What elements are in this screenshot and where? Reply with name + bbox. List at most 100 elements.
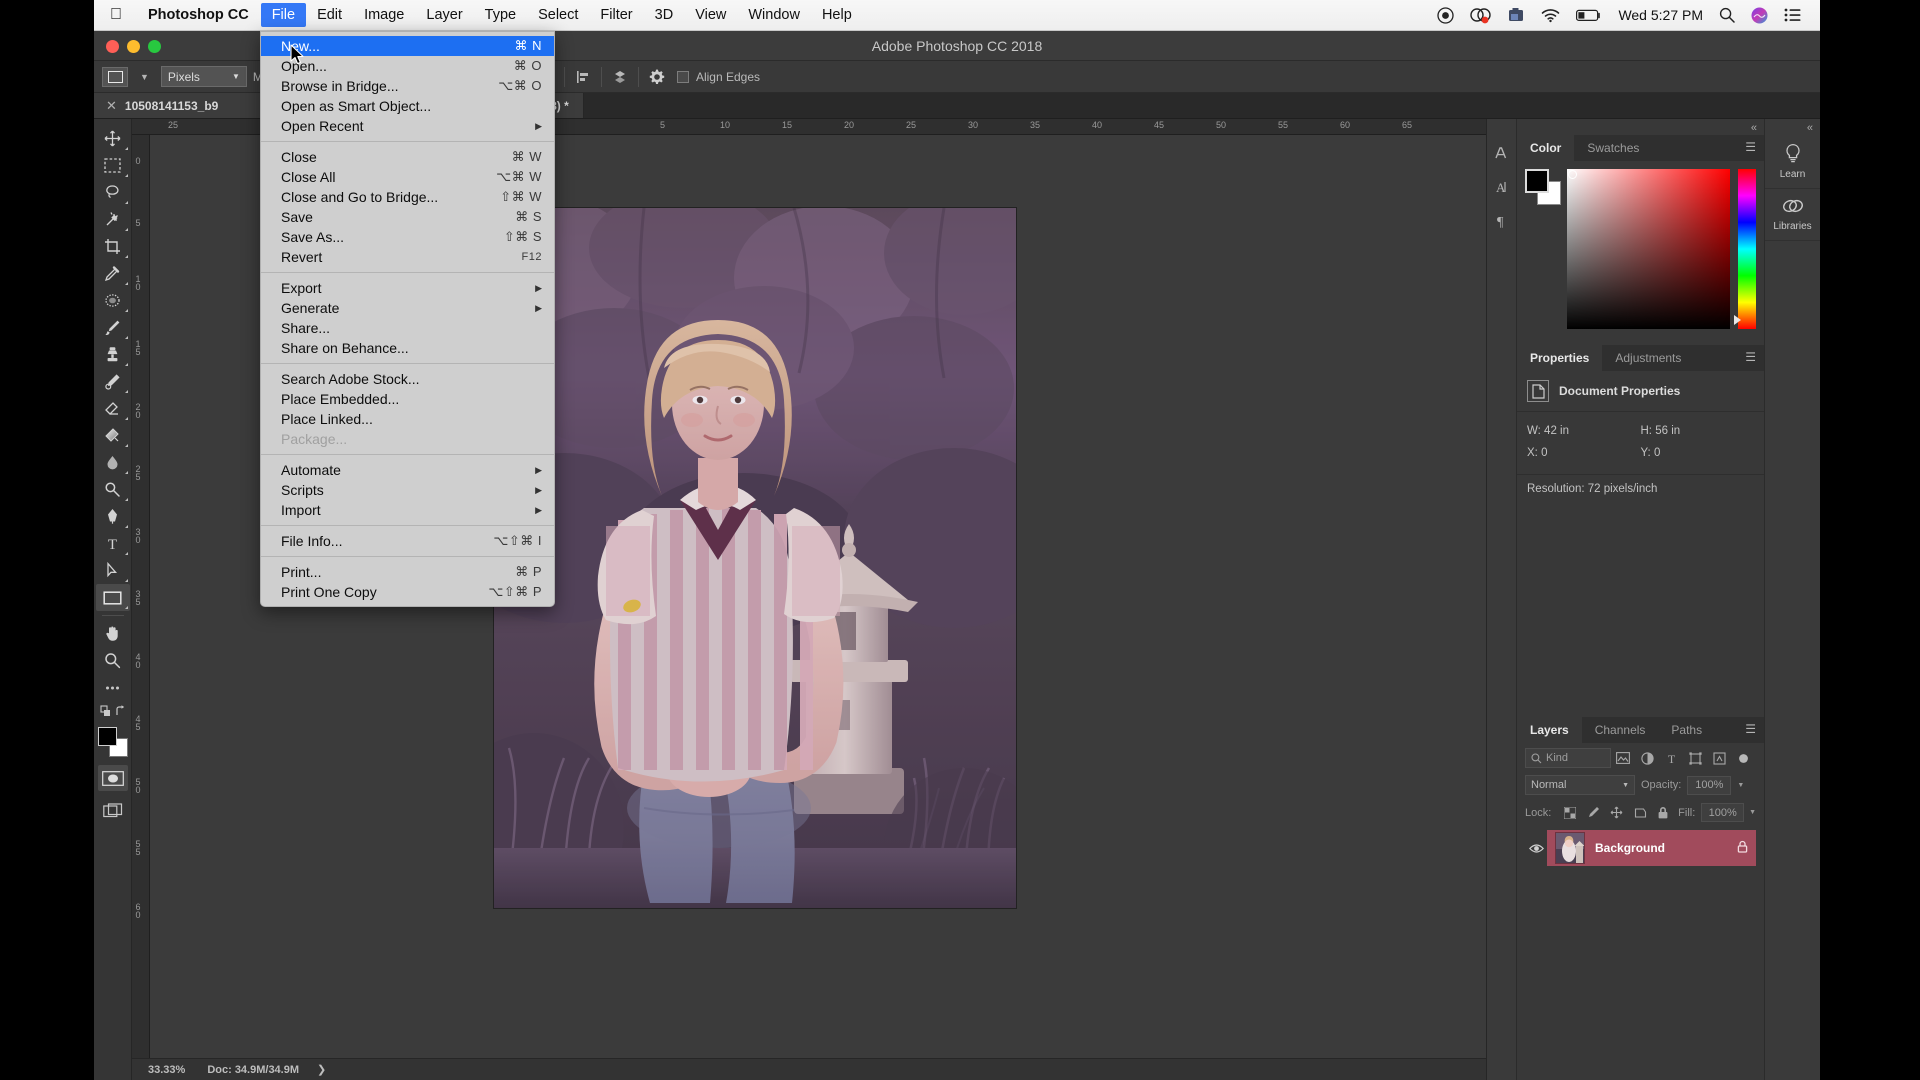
swap-and-default-colors[interactable] <box>96 701 130 723</box>
tab-properties[interactable]: Properties <box>1517 345 1603 371</box>
chevron-down-icon[interactable]: ▼ <box>1737 782 1744 789</box>
menu-select[interactable]: Select <box>527 3 589 27</box>
layer-background[interactable]: Background <box>1547 830 1756 866</box>
lasso-tool[interactable] <box>96 179 130 206</box>
menu-item-close-all[interactable]: Close All ⌥⌘ W <box>261 167 554 187</box>
shape-filter-icon[interactable] <box>1684 748 1708 768</box>
filter-toggle-icon[interactable] <box>1732 748 1756 768</box>
color-field-picker[interactable] <box>1568 170 1577 179</box>
magic-wand-tool[interactable] <box>96 206 130 233</box>
menu-item-save-as[interactable]: Save As... ⇧⌘ S <box>261 227 554 247</box>
rail-item-libraries[interactable]: Libraries <box>1765 189 1820 241</box>
menu-item-scripts[interactable]: Scripts ▶ <box>261 480 554 500</box>
menu-item-place-embedded[interactable]: Place Embedded... <box>261 389 554 409</box>
menu-item-place-linked[interactable]: Place Linked... <box>261 409 554 429</box>
pixel-filter-icon[interactable] <box>1611 748 1635 768</box>
menu-type[interactable]: Type <box>474 3 527 27</box>
record-icon[interactable] <box>1437 6 1455 24</box>
history-brush-tool[interactable] <box>96 368 130 395</box>
menu-window[interactable]: Window <box>737 3 811 27</box>
wifi-icon[interactable] <box>1541 8 1560 23</box>
lock-icon[interactable] <box>1737 840 1748 856</box>
menu-file[interactable]: File <box>260 3 307 27</box>
siri-icon[interactable] <box>1751 7 1768 24</box>
foreground-background-colors[interactable] <box>97 727 128 757</box>
menu-item-share[interactable]: Share... <box>261 318 554 338</box>
chevron-down-icon[interactable]: ▼ <box>134 72 155 82</box>
blend-mode-select[interactable]: Normal ▼ <box>1525 775 1635 795</box>
blur-tool[interactable] <box>96 449 130 476</box>
menu-item-close[interactable]: Close ⌘ W <box>261 147 554 167</box>
control-center-icon[interactable] <box>1784 8 1802 22</box>
color-field[interactable] <box>1567 169 1730 329</box>
screen-share-icon[interactable] <box>1470 7 1492 24</box>
close-icon[interactable]: ✕ <box>106 98 117 114</box>
menu-item-open-as-smart-object[interactable]: Open as Smart Object... <box>261 96 554 116</box>
adjustment-filter-icon[interactable] <box>1635 748 1659 768</box>
gear-icon[interactable] <box>645 66 669 88</box>
dodge-tool[interactable] <box>96 476 130 503</box>
minimize-window-button[interactable] <box>127 40 140 53</box>
paragraph-panel-icon[interactable]: ¶ <box>1494 213 1510 233</box>
zoom-tool[interactable] <box>96 647 130 674</box>
menu-3d[interactable]: 3D <box>644 3 685 27</box>
vertical-ruler[interactable]: 0 5 1 0 1 5 2 0 2 5 3 0 3 5 4 0 4 5 5 0 … <box>132 135 150 1080</box>
eye-icon[interactable] <box>1525 843 1547 854</box>
zoom-level[interactable]: 33.33% <box>132 1064 197 1076</box>
search-icon[interactable] <box>1719 7 1735 23</box>
layer-filter-kind-select[interactable]: Kind <box>1525 748 1612 768</box>
menu-item-revert[interactable]: Revert F12 <box>261 247 554 267</box>
lock-position-icon[interactable] <box>1606 804 1627 822</box>
lock-artboard-icon[interactable] <box>1629 804 1650 822</box>
collapse-panels-icon[interactable]: « <box>1517 119 1764 135</box>
type-filter-icon[interactable]: T <box>1659 748 1683 768</box>
character-panel-icon[interactable] <box>1494 145 1510 165</box>
rectangle-tool-icon[interactable] <box>102 66 128 87</box>
property-x[interactable]: X: 0 <box>1527 442 1641 464</box>
menu-item-close-and-go-to-bridge[interactable]: Close and Go to Bridge... ⇧⌘ W <box>261 187 554 207</box>
menu-item-print-one-copy[interactable]: Print One Copy ⌥⇧⌘ P <box>261 582 554 602</box>
menu-view[interactable]: View <box>684 3 737 27</box>
lock-image-icon[interactable] <box>1583 804 1604 822</box>
rectangle-tool[interactable] <box>95 584 130 611</box>
menu-image[interactable]: Image <box>353 3 415 27</box>
hand-tool[interactable] <box>96 620 130 647</box>
property-y[interactable]: Y: 0 <box>1641 442 1755 464</box>
color-swatches[interactable] <box>1525 169 1561 205</box>
property-width[interactable]: W: 42 in <box>1527 420 1641 442</box>
menubar-clock[interactable]: Wed 5:27 PM <box>1618 7 1703 23</box>
brush-tool[interactable] <box>96 314 130 341</box>
path-arrangement-icon[interactable] <box>608 66 632 88</box>
spot-healing-brush-tool[interactable] <box>96 287 130 314</box>
lock-all-icon[interactable] <box>1653 804 1674 822</box>
battery-icon[interactable] <box>1576 9 1602 22</box>
panel-menu-icon[interactable]: ☰ <box>1745 141 1756 153</box>
property-height[interactable]: H: 56 in <box>1641 420 1755 442</box>
maximize-window-button[interactable] <box>148 40 161 53</box>
close-window-button[interactable] <box>106 40 119 53</box>
table-row[interactable]: Background <box>1517 829 1764 867</box>
menu-help[interactable]: Help <box>811 3 863 27</box>
menu-item-export[interactable]: Export ▶ <box>261 278 554 298</box>
chevron-down-icon[interactable]: ▼ <box>1749 809 1756 816</box>
tab-swatches[interactable]: Swatches <box>1574 135 1652 161</box>
clone-stamp-tool[interactable] <box>96 341 130 368</box>
crop-tool[interactable] <box>96 233 130 260</box>
opacity-input[interactable]: 100% <box>1687 775 1732 795</box>
panel-menu-icon[interactable]: ☰ <box>1745 723 1756 735</box>
camera-icon[interactable] <box>1508 7 1525 23</box>
menu-item-search-adobe-stock[interactable]: Search Adobe Stock... <box>261 369 554 389</box>
rail-item-learn[interactable]: Learn <box>1765 135 1820 189</box>
pen-tool[interactable] <box>96 503 130 530</box>
gradient-tool[interactable] <box>96 422 130 449</box>
menu-edit[interactable]: Edit <box>306 3 353 27</box>
foreground-color-swatch[interactable] <box>1525 169 1549 193</box>
glyph-panel-icon[interactable]: A <box>1494 179 1510 199</box>
smart-object-filter-icon[interactable] <box>1708 748 1732 768</box>
collapse-panels-icon[interactable]: « <box>1765 119 1820 135</box>
align-edges-checkbox[interactable] <box>676 70 689 83</box>
hue-slider-marker[interactable] <box>1734 315 1741 325</box>
tab-layers[interactable]: Layers <box>1517 717 1582 743</box>
apple-icon[interactable]:  <box>94 7 136 23</box>
tab-adjustments[interactable]: Adjustments <box>1602 345 1694 371</box>
